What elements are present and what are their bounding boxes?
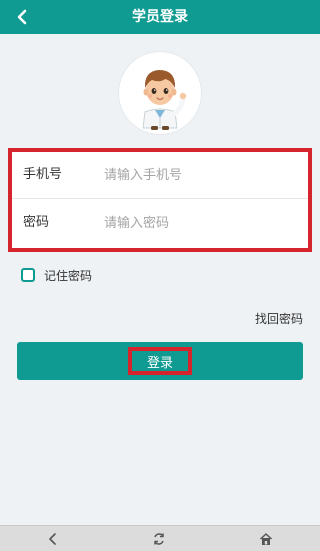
login-form: 手机号 密码 xyxy=(8,148,312,252)
refresh-icon xyxy=(154,533,164,545)
remember-label: 记住密码 xyxy=(44,268,93,283)
nav-home-button[interactable] xyxy=(256,529,276,549)
doctor-avatar-icon xyxy=(142,70,187,130)
password-row: 密码 xyxy=(12,200,308,246)
system-nav-bar xyxy=(0,525,320,551)
remember-checkbox[interactable] xyxy=(21,268,35,282)
avatar xyxy=(119,52,201,134)
password-input[interactable] xyxy=(104,209,300,237)
nav-refresh-button[interactable] xyxy=(149,529,169,549)
phone-row: 手机号 xyxy=(12,152,308,199)
page-title: 学员登录 xyxy=(132,9,188,25)
password-label: 密码 xyxy=(23,215,50,230)
nav-back-icon xyxy=(49,533,56,545)
login-label: 登录 xyxy=(128,347,192,375)
phone-label: 手机号 xyxy=(23,167,63,182)
forgot-password-link[interactable]: 找回密码 xyxy=(255,310,303,327)
login-button[interactable]: 登录 xyxy=(17,342,303,380)
header-bar: 学员登录 xyxy=(0,0,320,34)
remember-password-toggle[interactable]: 记住密码 xyxy=(21,266,92,284)
nav-back-button[interactable] xyxy=(43,529,63,549)
home-icon xyxy=(259,533,273,545)
phone-input[interactable] xyxy=(104,161,300,189)
